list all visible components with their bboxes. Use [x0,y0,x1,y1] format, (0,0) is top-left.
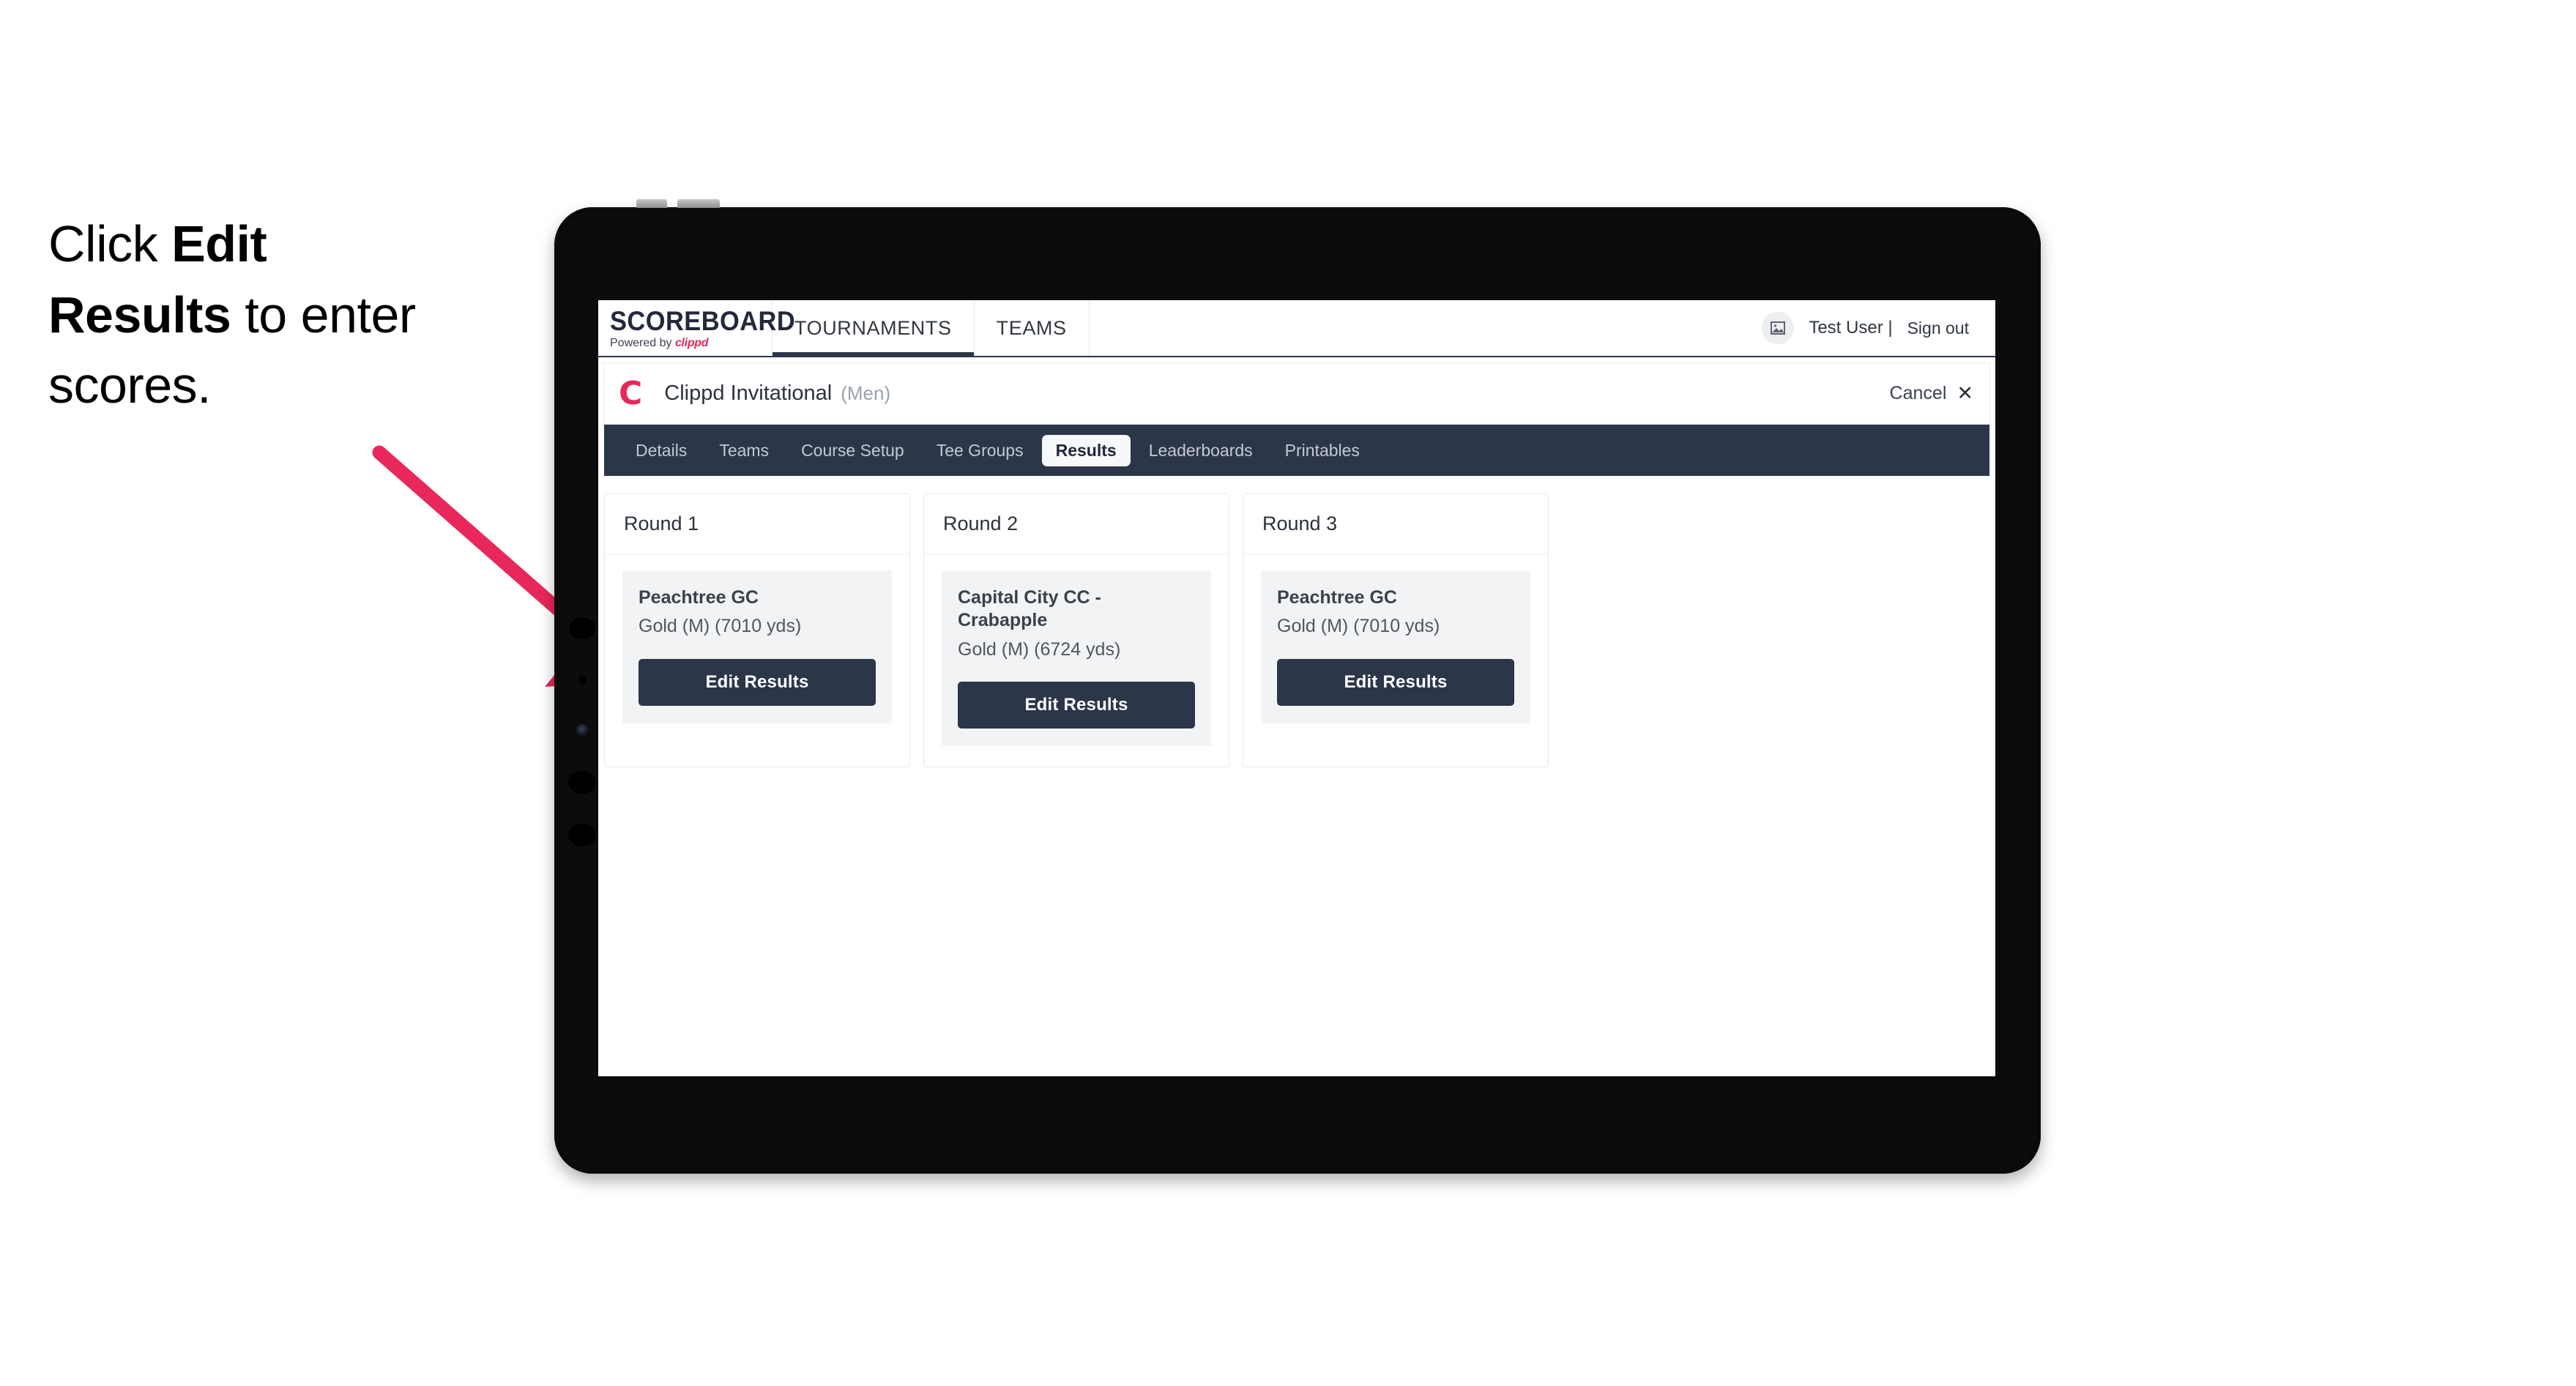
app-top-bar: SCOREBOARD Powered by clippd TOURNAMENTS… [598,300,1995,357]
tablet-sensor-dot [578,676,587,684]
tablet-speaker-hole-2 [568,771,596,794]
nav-tab-teams-label: TEAMS [996,316,1067,339]
brand-clippd-name: clippd [674,336,709,349]
course-tee-info: Gold (M) (7010 yds) [1277,616,1440,637]
course-name: Peachtree GC [639,587,759,608]
image-placeholder-icon [1771,321,1786,335]
tab-printables[interactable]: Printables [1271,435,1374,466]
tournament-header: C Clippd Invitational (Men) Cancel ✕ [604,363,1989,425]
results-content-area: Round 1 Peachtree GC Gold (M) (7010 yds)… [598,476,1995,1076]
brand-name-text: SCOREBOARD [610,305,796,336]
course-panel: Capital City CC - Crabapple Gold (M) (67… [942,570,1211,746]
edit-results-button[interactable]: Edit Results [958,681,1195,729]
course-panel: Peachtree GC Gold (M) (7010 yds) Edit Re… [1261,570,1530,723]
user-zone: Test User | Sign out [1762,300,1995,356]
tab-leaderboards[interactable]: Leaderboards [1135,435,1267,466]
avatar[interactable] [1762,312,1795,344]
nav-tab-tournaments-label: TOURNAMENTS [794,316,952,339]
round-card-header: Round 1 [605,494,909,554]
tab-printables-label: Printables [1284,440,1360,460]
rounds-list: Round 1 Peachtree GC Gold (M) (7010 yds)… [604,493,1989,767]
brand-powered-by: Powered by clippd [610,336,772,349]
tablet-camera-lens [576,724,589,737]
tablet-speaker-hole-3 [568,824,596,846]
tab-tee-groups-label: Tee Groups [936,440,1024,460]
close-icon: ✕ [1957,382,1973,404]
cancel-button[interactable]: Cancel ✕ [1890,383,1973,404]
round-card: Round 2 Capital City CC - Crabapple Gold… [923,493,1229,767]
callout-text-before: Click [48,215,172,272]
course-name: Peachtree GC [1277,587,1397,608]
course-name: Capital City CC - Crabapple [958,587,1101,631]
brand-logo[interactable]: SCOREBOARD Powered by clippd [598,300,796,356]
clippd-c-icon: C [619,374,643,412]
round-card-header: Round 3 [1243,494,1548,554]
tournament-gender: (Men) [841,382,891,404]
tablet-button-top-2[interactable] [677,199,720,208]
edit-results-button[interactable]: Edit Results [639,658,876,706]
round-card-body: Capital City CC - Crabapple Gold (M) (67… [924,554,1229,767]
cancel-label: Cancel [1889,383,1947,403]
round-card-body: Peachtree GC Gold (M) (7010 yds) Edit Re… [605,554,909,744]
round-title: Round 1 [624,513,699,534]
round-card: Round 3 Peachtree GC Gold (M) (7010 yds)… [1243,493,1549,767]
tab-details-label: Details [636,440,688,460]
screenshot-root: Click Edit Results to enter scores. SCOR… [0,0,2576,1386]
brand-powered-prefix: Powered by [610,336,675,349]
tab-teams-label: Teams [719,440,770,460]
tab-tee-groups[interactable]: Tee Groups [923,435,1038,466]
tab-results[interactable]: Results [1041,434,1131,466]
tab-teams[interactable]: Teams [705,435,783,466]
tab-results-label: Results [1055,440,1117,460]
tablet-button-top-1[interactable] [636,199,667,208]
tab-details[interactable]: Details [622,435,701,466]
appbar-spacer [1090,300,1762,356]
tablet-device-frame: SCOREBOARD Powered by clippd TOURNAMENTS… [554,199,2041,1174]
tournament-subtab-bar: Details Teams Course Setup Tee Groups Re… [604,425,1989,476]
edit-results-button[interactable]: Edit Results [1277,658,1514,706]
round-card: Round 1 Peachtree GC Gold (M) (7010 yds)… [604,493,910,767]
course-tee-info: Gold (M) (7010 yds) [639,616,802,637]
tab-course-setup[interactable]: Course Setup [787,435,918,466]
round-title: Round 2 [943,513,1019,534]
tablet-speaker-hole-1 [569,617,595,639]
nav-tab-tournaments[interactable]: TOURNAMENTS [773,300,975,357]
round-card-body: Peachtree GC Gold (M) (7010 yds) Edit Re… [1243,554,1548,744]
course-tee-info: Gold (M) (6724 yds) [958,638,1121,660]
tournament-title: Clippd Invitational [664,381,833,405]
course-panel: Peachtree GC Gold (M) (7010 yds) Edit Re… [622,570,892,723]
tablet-screen: SCOREBOARD Powered by clippd TOURNAMENTS… [598,300,1995,1076]
round-title: Round 3 [1262,513,1338,534]
tab-leaderboards-label: Leaderboards [1148,440,1253,460]
instruction-callout: Click Edit Results to enter scores. [48,209,458,421]
user-name-label: Test User | [1809,318,1893,338]
sign-out-link[interactable]: Sign out [1907,318,1969,338]
round-card-header: Round 2 [924,494,1229,554]
nav-tab-teams[interactable]: TEAMS [975,300,1090,356]
tab-course-setup-label: Course Setup [801,440,904,460]
